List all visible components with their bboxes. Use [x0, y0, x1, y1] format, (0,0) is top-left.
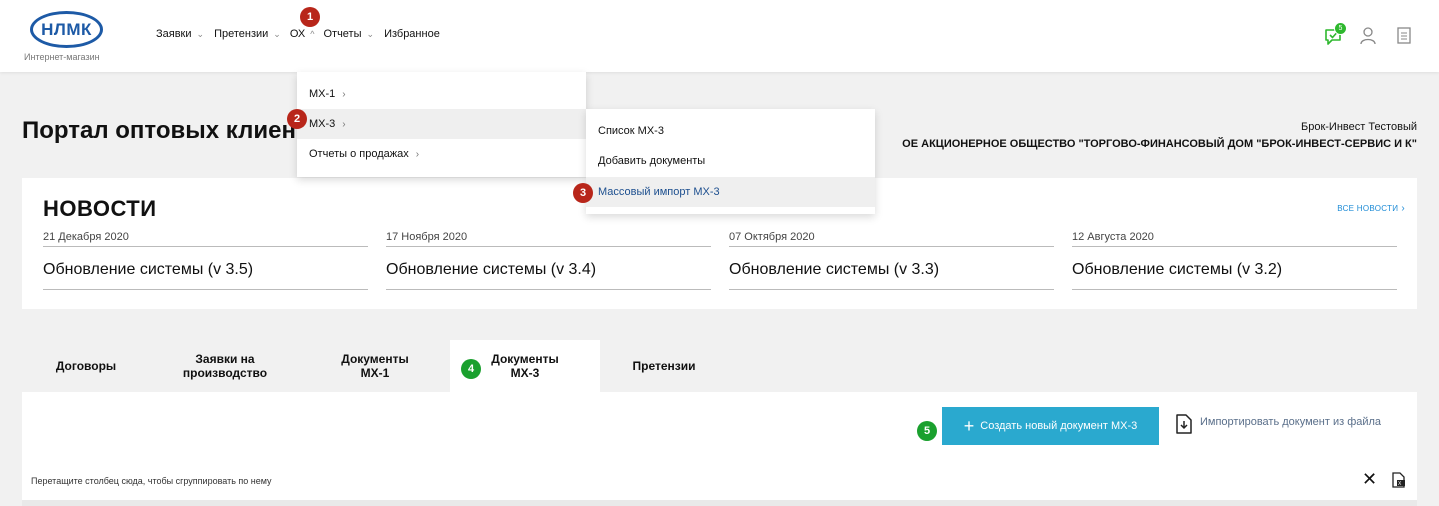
- documents-panel: + Создать новый документ МХ-3 Импортиров…: [22, 392, 1417, 506]
- nav-label: Отчеты: [323, 28, 362, 40]
- menu-item-add-documents[interactable]: Добавить документы: [586, 146, 875, 176]
- tab-claims[interactable]: Претензии: [610, 340, 718, 392]
- tab-label-line2: МХ-3: [510, 366, 540, 380]
- chevron-right-icon: ›: [415, 148, 420, 160]
- nav-label: ОХ: [289, 28, 306, 40]
- tab-label-line2: производство: [182, 366, 268, 380]
- tab-contracts[interactable]: Договоры: [30, 340, 142, 392]
- news-date: 17 Ноября 2020: [386, 231, 711, 247]
- grid-header-strip: [22, 500, 1417, 506]
- menu-item-mx1[interactable]: МХ-1 ›: [297, 79, 586, 109]
- document-icon[interactable]: [1396, 26, 1412, 51]
- file-import-icon: [1176, 414, 1192, 434]
- chevron-right-icon: ›: [1401, 203, 1405, 214]
- dropdown-mx3-submenu: Список МХ-3 Добавить документы Массовый …: [586, 109, 875, 214]
- news-date: 21 Декабря 2020: [43, 231, 368, 247]
- plus-icon: +: [963, 416, 975, 436]
- export-excel-icon[interactable]: X: [1391, 472, 1407, 493]
- chevron-down-icon: ⌄: [366, 28, 375, 39]
- dropdown-oh-menu: МХ-1 › МХ-3 › Отчеты о продажах ›: [297, 72, 586, 177]
- nav-item-oh[interactable]: ОХ ^: [290, 28, 315, 40]
- menu-item-label: Массовый импорт МХ-3: [598, 186, 720, 198]
- chevron-right-icon: ›: [342, 88, 346, 100]
- nlmk-logo[interactable]: НЛМК: [30, 11, 103, 48]
- page-title: Портал оптовых клиен: [22, 117, 296, 144]
- news-item[interactable]: 17 Ноября 2020 Обновление системы (v 3.4…: [386, 231, 711, 290]
- news-date: 07 Октября 2020: [729, 231, 1054, 247]
- menu-item-mx3[interactable]: МХ-3 ›: [297, 109, 586, 139]
- create-mx3-document-button[interactable]: + Создать новый документ МХ-3: [942, 407, 1159, 445]
- menu-item-mx3-list[interactable]: Список МХ-3: [586, 116, 875, 146]
- tab-documents-mx1[interactable]: Документы МХ-1: [315, 340, 435, 392]
- all-news-label: ВСЕ НОВОСТИ: [1337, 204, 1399, 213]
- chevron-right-icon: ›: [342, 118, 346, 130]
- menu-item-mass-import-mx3[interactable]: Массовый импорт МХ-3: [586, 177, 875, 207]
- menu-item-sales-reports[interactable]: Отчеты о продажах ›: [297, 139, 586, 169]
- news-item[interactable]: 12 Августа 2020 Обновление системы (v 3.…: [1072, 231, 1397, 290]
- chevron-down-icon: ⌄: [196, 28, 205, 39]
- step-marker-4: 4: [461, 359, 481, 379]
- news-headline[interactable]: Обновление системы (v 3.3): [729, 261, 1054, 290]
- news-headline[interactable]: Обновление системы (v 3.5): [43, 261, 368, 290]
- user-icon[interactable]: [1359, 26, 1377, 51]
- logo-text: НЛМК: [41, 19, 92, 39]
- menu-item-label: Список МХ-3: [598, 125, 664, 137]
- nav-item-favorites[interactable]: Избранное: [384, 28, 440, 40]
- tab-label-line1: Документы: [341, 352, 409, 366]
- nav-label: Претензии: [214, 28, 269, 40]
- news-item[interactable]: 21 Декабря 2020 Обновление системы (v 3.…: [43, 231, 368, 290]
- main-nav: Заявки ⌄ Претензии ⌄ ОХ ^ Отчеты ⌄ Избра…: [156, 28, 440, 40]
- chevron-up-icon: ^: [310, 29, 315, 39]
- tab-label: Претензии: [632, 359, 696, 373]
- chevron-down-icon: ⌄: [273, 28, 281, 39]
- nav-item-reports[interactable]: Отчеты ⌄: [323, 28, 374, 40]
- top-header: НЛМК Интернет-магазин Заявки ⌄ Претензии…: [0, 0, 1439, 72]
- all-news-link[interactable]: ВСЕ НОВОСТИ ›: [1337, 203, 1405, 214]
- tab-label-line1: Документы: [491, 352, 559, 366]
- news-title: НОВОСТИ: [43, 196, 157, 221]
- tab-label-line1: Заявки на: [195, 352, 255, 366]
- menu-item-label: Добавить документы: [598, 155, 706, 167]
- menu-item-label: МХ-1: [309, 88, 336, 100]
- tab-production-requests[interactable]: Заявки на производство: [165, 340, 285, 392]
- nav-item-claims[interactable]: Претензии ⌄: [214, 28, 281, 40]
- company-name: ОЕ АКЦИОНЕРНОЕ ОБЩЕСТВО "ТОРГОВО-ФИНАНСО…: [902, 138, 1417, 150]
- menu-item-label: МХ-3: [309, 118, 336, 130]
- create-button-label: Создать новый документ МХ-3: [980, 420, 1138, 432]
- chat-badge: 5: [1334, 22, 1347, 35]
- news-headline[interactable]: Обновление системы (v 3.2): [1072, 261, 1397, 290]
- import-from-file-link[interactable]: Импортировать документ из файла: [1175, 413, 1381, 435]
- news-item[interactable]: 07 Октября 2020 Обновление системы (v 3.…: [729, 231, 1054, 290]
- news-date: 12 Августа 2020: [1072, 231, 1397, 247]
- close-icon[interactable]: ✕: [1362, 469, 1377, 490]
- logo-subtitle: Интернет-магазин: [24, 52, 100, 62]
- step-marker-3: 3: [573, 183, 593, 203]
- nav-item-requests[interactable]: Заявки ⌄: [156, 28, 204, 40]
- step-marker-1: 1: [300, 7, 320, 27]
- import-link-label: Импортировать документ из файла: [1200, 416, 1382, 428]
- nav-label: Заявки: [156, 28, 192, 40]
- nav-label: Избранное: [384, 28, 440, 40]
- group-by-drop-zone[interactable]: Перетащите столбец сюда, чтобы сгруппиро…: [31, 476, 272, 486]
- tab-label: Договоры: [55, 359, 117, 373]
- user-name[interactable]: Брок-Инвест Тестовый: [1301, 121, 1417, 133]
- news-headline[interactable]: Обновление системы (v 3.4): [386, 261, 711, 290]
- tab-label-line2: МХ-1: [360, 366, 390, 380]
- step-marker-5: 5: [917, 421, 937, 441]
- menu-item-label: Отчеты о продажах: [309, 148, 409, 160]
- step-marker-2: 2: [287, 109, 307, 129]
